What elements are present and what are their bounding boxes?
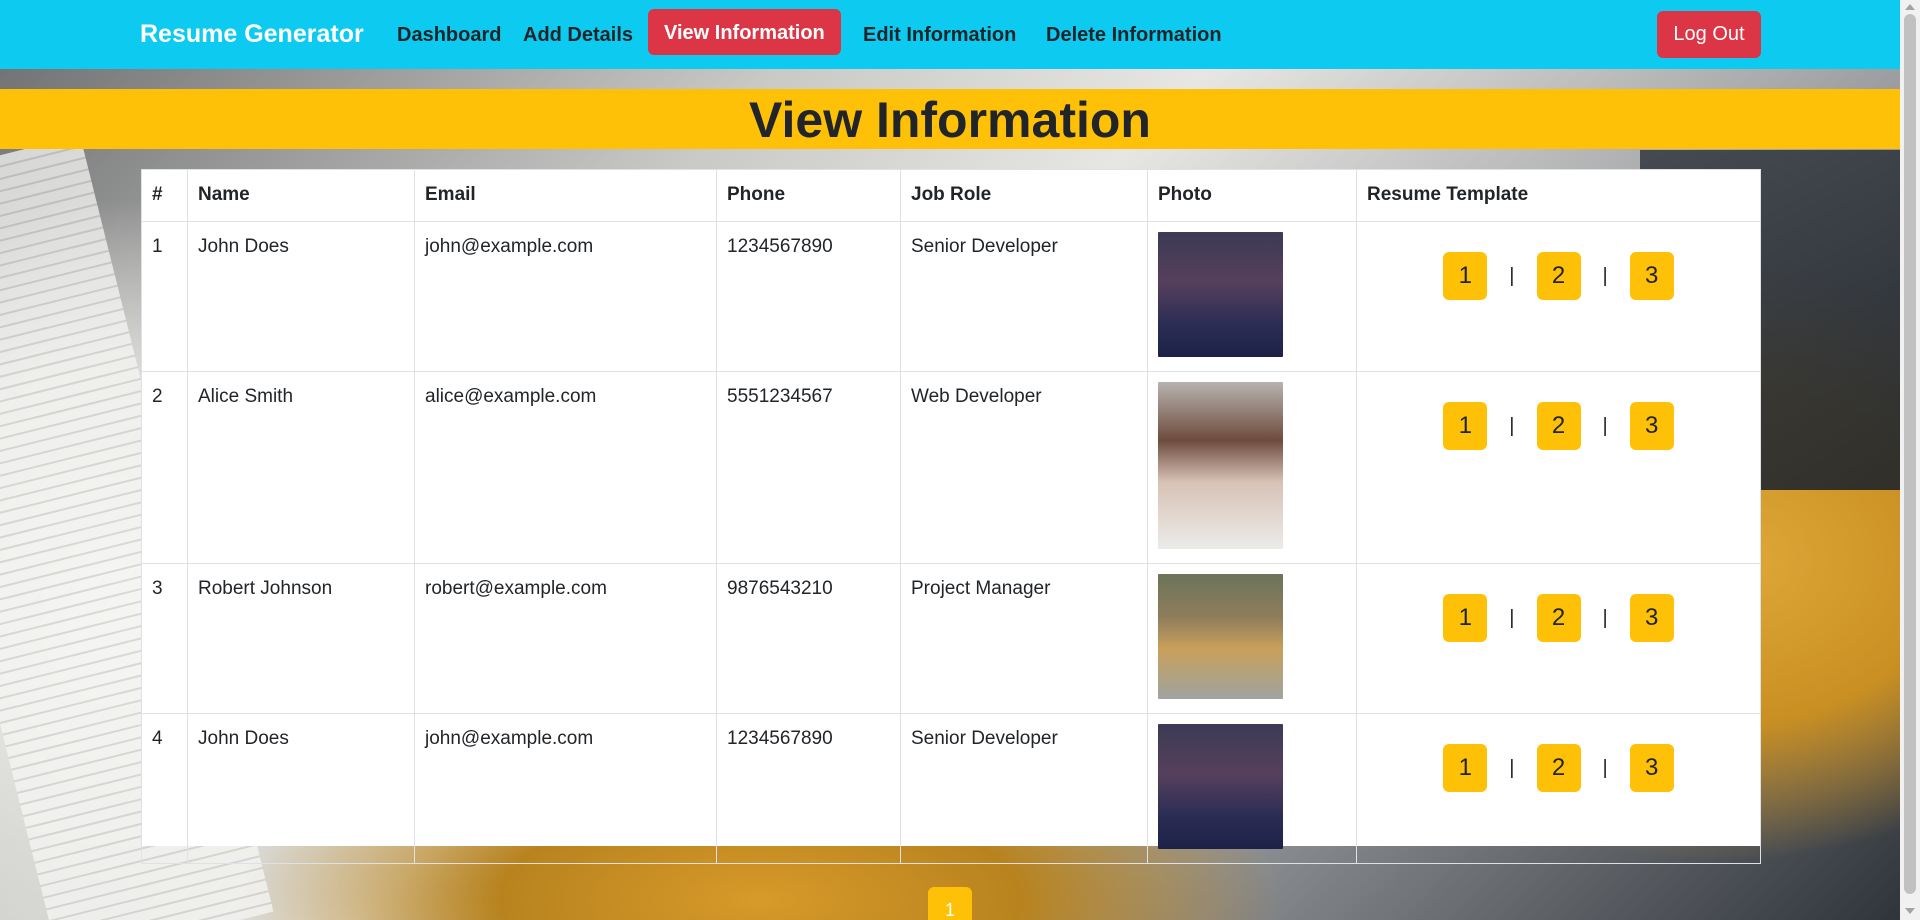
template-3-button[interactable]: 3 bbox=[1629, 594, 1674, 642]
cell-name: John Does bbox=[187, 221, 415, 372]
cell-number: 1 bbox=[141, 221, 188, 372]
template-2-button[interactable]: 2 bbox=[1536, 252, 1581, 300]
vertical-scrollbar[interactable] bbox=[1900, 0, 1920, 920]
nav-edit-information[interactable]: Edit Information bbox=[863, 24, 1016, 47]
template-1-button[interactable]: 1 bbox=[1443, 252, 1488, 300]
cell-number: 4 bbox=[141, 713, 188, 864]
nav-delete-information[interactable]: Delete Information bbox=[1046, 24, 1222, 47]
cell-job-role: Project Manager bbox=[900, 563, 1148, 714]
cell-name: Alice Smith bbox=[187, 371, 415, 564]
template-1-button[interactable]: 1 bbox=[1443, 402, 1488, 450]
header-resume-template: Resume Template bbox=[1356, 169, 1761, 222]
profile-photo bbox=[1158, 574, 1283, 699]
template-1-button[interactable]: 1 bbox=[1443, 744, 1488, 792]
profile-photo bbox=[1158, 232, 1283, 357]
table-row: 4 John Does john@example.com 1234567890 … bbox=[141, 713, 1761, 864]
cell-photo bbox=[1147, 371, 1357, 564]
cell-resume-template: 1 | 2 | 3 bbox=[1356, 371, 1761, 564]
scroll-up-arrow-icon[interactable] bbox=[1905, 4, 1915, 10]
header-name: Name bbox=[187, 169, 415, 222]
separator: | bbox=[1602, 606, 1608, 629]
separator: | bbox=[1602, 264, 1608, 287]
separator: | bbox=[1602, 414, 1608, 437]
brand[interactable]: Resume Generator bbox=[140, 20, 364, 49]
page-title: View Information bbox=[749, 92, 1151, 148]
navbar: Resume Generator Dashboard Add Details V… bbox=[0, 0, 1900, 69]
cell-phone: 9876543210 bbox=[716, 563, 901, 714]
cell-resume-template: 1 | 2 | 3 bbox=[1356, 713, 1761, 864]
header-photo: Photo bbox=[1147, 169, 1357, 222]
table-row: 2 Alice Smith alice@example.com 55512345… bbox=[141, 371, 1761, 564]
template-3-button[interactable]: 3 bbox=[1629, 744, 1674, 792]
cell-resume-template: 1 | 2 | 3 bbox=[1356, 221, 1761, 372]
cell-name: John Does bbox=[187, 713, 415, 864]
cell-photo bbox=[1147, 221, 1357, 372]
separator: | bbox=[1509, 756, 1515, 779]
profile-photo bbox=[1158, 382, 1283, 549]
template-1-button[interactable]: 1 bbox=[1443, 594, 1488, 642]
nav-view-information[interactable]: View Information bbox=[648, 9, 841, 55]
table-row: 3 Robert Johnson robert@example.com 9876… bbox=[141, 563, 1761, 714]
header-number: # bbox=[141, 169, 188, 222]
nav-dashboard[interactable]: Dashboard bbox=[397, 24, 501, 47]
page-title-bar: View Information bbox=[0, 89, 1900, 149]
info-table-container: # Name Email Phone Job Role Photo Resume… bbox=[141, 169, 1761, 864]
cell-job-role: Web Developer bbox=[900, 371, 1148, 564]
separator: | bbox=[1509, 606, 1515, 629]
scroll-down-arrow-icon[interactable] bbox=[1905, 908, 1915, 914]
info-table: # Name Email Phone Job Role Photo Resume… bbox=[141, 169, 1761, 864]
template-2-button[interactable]: 2 bbox=[1536, 594, 1581, 642]
template-2-button[interactable]: 2 bbox=[1536, 402, 1581, 450]
cell-phone: 1234567890 bbox=[716, 221, 901, 372]
cell-resume-template: 1 | 2 | 3 bbox=[1356, 563, 1761, 714]
separator: | bbox=[1509, 264, 1515, 287]
header-email: Email bbox=[414, 169, 717, 222]
table-header-row: # Name Email Phone Job Role Photo Resume… bbox=[141, 169, 1761, 222]
cell-number: 3 bbox=[141, 563, 188, 714]
template-2-button[interactable]: 2 bbox=[1536, 744, 1581, 792]
cell-email: alice@example.com bbox=[414, 371, 717, 564]
header-phone: Phone bbox=[716, 169, 901, 222]
pagination-page-button[interactable]: 1 bbox=[928, 887, 972, 920]
logout-button[interactable]: Log Out bbox=[1657, 11, 1761, 58]
cell-job-role: Senior Developer bbox=[900, 221, 1148, 372]
separator: | bbox=[1602, 756, 1608, 779]
profile-photo bbox=[1158, 724, 1283, 849]
separator: | bbox=[1509, 414, 1515, 437]
template-3-button[interactable]: 3 bbox=[1629, 252, 1674, 300]
cell-phone: 5551234567 bbox=[716, 371, 901, 564]
cell-email: robert@example.com bbox=[414, 563, 717, 714]
table-row: 1 John Does john@example.com 1234567890 … bbox=[141, 221, 1761, 372]
nav-add-details[interactable]: Add Details bbox=[523, 24, 633, 47]
scrollbar-thumb[interactable] bbox=[1904, 14, 1916, 894]
cell-photo bbox=[1147, 713, 1357, 864]
cell-job-role: Senior Developer bbox=[900, 713, 1148, 864]
cell-email: john@example.com bbox=[414, 221, 717, 372]
cell-photo bbox=[1147, 563, 1357, 714]
header-job-role: Job Role bbox=[900, 169, 1148, 222]
cell-phone: 1234567890 bbox=[716, 713, 901, 864]
template-3-button[interactable]: 3 bbox=[1629, 402, 1674, 450]
cell-name: Robert Johnson bbox=[187, 563, 415, 714]
cell-email: john@example.com bbox=[414, 713, 717, 864]
cell-number: 2 bbox=[141, 371, 188, 564]
